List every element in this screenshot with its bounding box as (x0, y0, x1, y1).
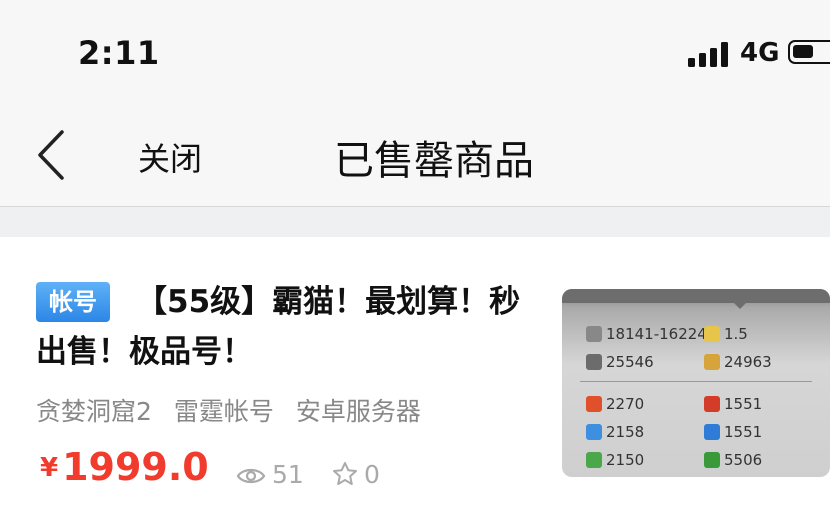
favorite-count-value: 0 (364, 460, 380, 489)
star-icon (333, 462, 357, 485)
stat-fire-res: 1551 (704, 395, 762, 413)
signal-icon (688, 41, 730, 67)
favorite-count: 0 (332, 460, 380, 489)
product-title: 【55级】霸猫！最划算！秒出售！极品号！ (36, 277, 536, 377)
stat-attack: 18141-162243 (586, 325, 716, 343)
tag-game: 贪婪洞窟2 (36, 397, 152, 426)
stat-ice-atk: 2158 (586, 423, 644, 441)
page-title: 已售罄商品 (334, 138, 534, 184)
status-bar: 2:11 4G (0, 0, 830, 100)
product-thumbnail[interactable]: 18141-162243 1.5 25546 24963 2270 1551 2… (562, 289, 830, 477)
section-gap (0, 207, 830, 237)
currency-symbol: ¥ (40, 453, 59, 483)
stat-poison-atk: 2150 (586, 451, 644, 469)
tag-server: 安卓服务器 (295, 397, 421, 426)
view-count: 51 (236, 460, 304, 489)
product-tags: 贪婪洞窟2 雷霆帐号 安卓服务器 (36, 392, 435, 428)
eye-icon (236, 468, 266, 484)
status-time: 2:11 (78, 34, 160, 72)
stat-defense: 25546 (586, 353, 654, 371)
product-card[interactable]: 帐号 【55级】霸猫！最划算！秒出售！极品号！ 贪婪洞窟2 雷霆帐号 安卓服务器… (0, 237, 830, 518)
battery-icon (788, 40, 830, 64)
stat-speed: 1.5 (704, 325, 748, 343)
close-button[interactable]: 关闭 (138, 134, 202, 180)
stat-poison-res: 5506 (704, 451, 762, 469)
network-type: 4G (740, 38, 780, 68)
chevron-left-icon[interactable] (32, 128, 72, 182)
stat-fire-atk: 2270 (586, 395, 644, 413)
nav-bar: 关闭 已售罄商品 (0, 100, 830, 207)
price-amount: 1999.0 (62, 445, 209, 489)
product-price: ¥1999.0 (40, 445, 209, 489)
tag-account-type: 雷霆帐号 (173, 397, 274, 426)
view-count-value: 51 (272, 460, 304, 489)
product-title-text: 【55级】霸猫！最划算！秒出售！极品号！ (36, 284, 521, 370)
stat-ice-res: 1551 (704, 423, 762, 441)
stat-hp: 24963 (704, 353, 772, 371)
